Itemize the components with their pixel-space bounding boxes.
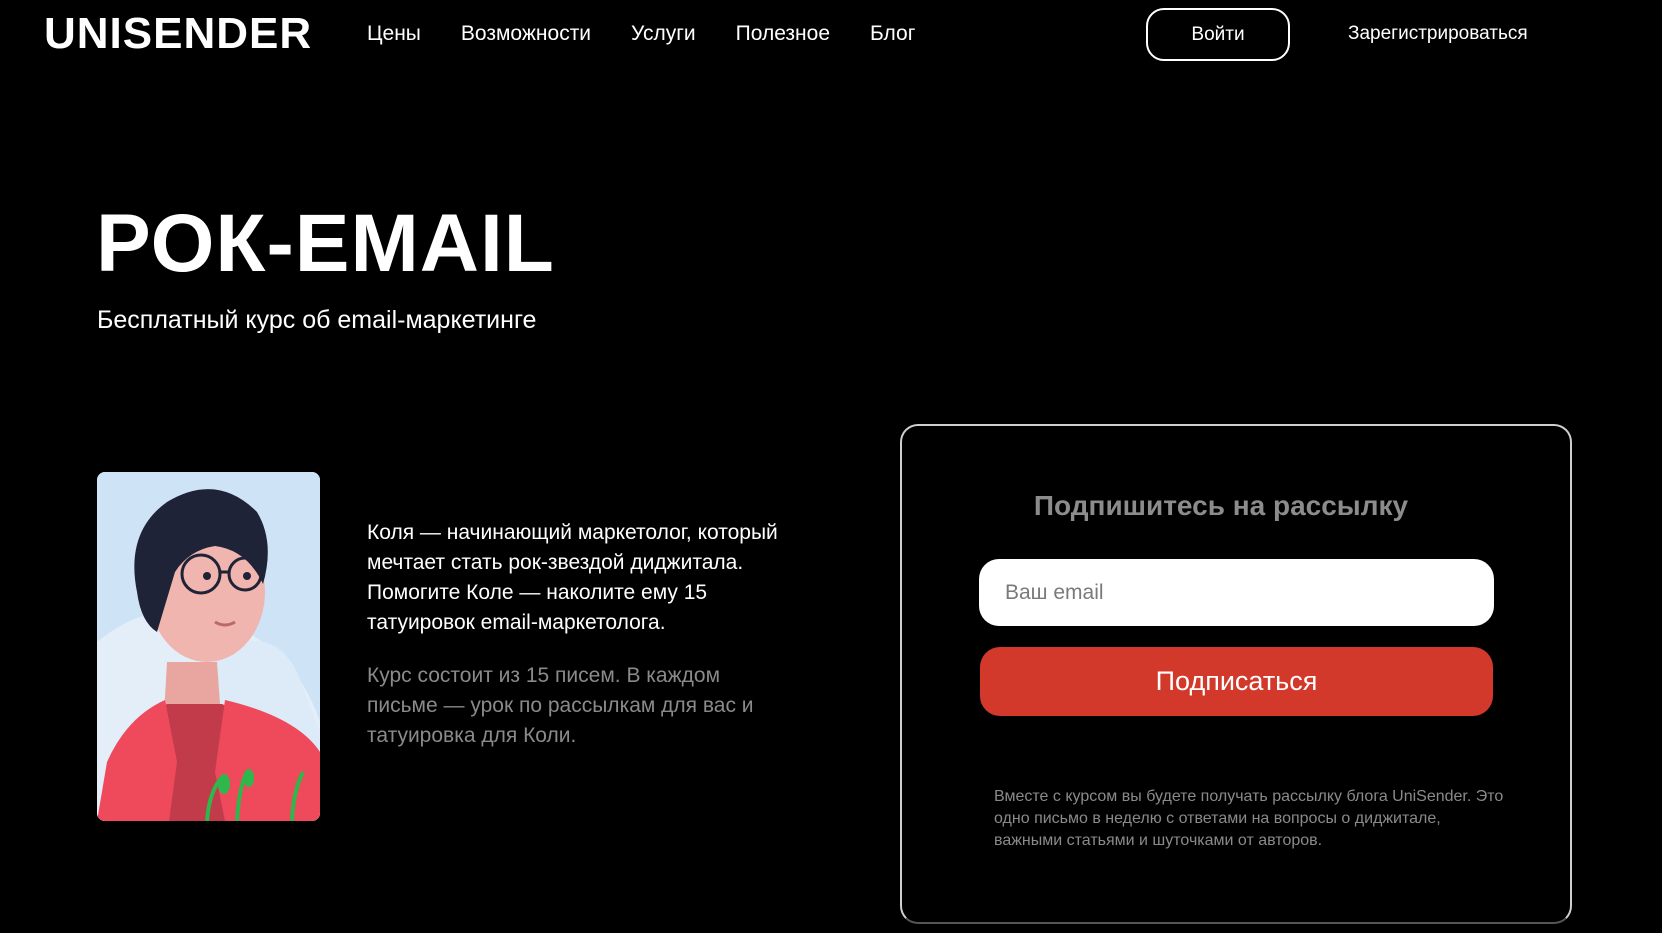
page-title: РОК-EMAIL (96, 198, 555, 289)
site-header: UNISENDER Цены Возможности Услуги Полезн… (0, 0, 1662, 70)
nav-item-useful[interactable]: Полезное (736, 18, 830, 50)
main-nav: Цены Возможности Услуги Полезное Блог (367, 18, 955, 50)
nav-item-services[interactable]: Услуги (631, 18, 696, 50)
intro-secondary-text: Курс состоит из 15 писем. В каждом письм… (367, 664, 754, 747)
kolya-illustration (97, 472, 320, 821)
nav-item-prices[interactable]: Цены (367, 18, 421, 50)
page-subtitle: Бесплатный курс об email-маркетинге (97, 306, 537, 334)
intro-main-text: Коля — начинающий маркетолог, который ме… (367, 521, 778, 634)
subscribe-note: Вместе с курсом вы будете получать рассы… (994, 788, 1504, 849)
login-button[interactable]: Войти (1146, 8, 1290, 61)
kolya-avatar-icon (97, 472, 320, 821)
subscribe-button[interactable]: Подписаться (980, 647, 1493, 716)
unisender-logo[interactable]: UNISENDER (44, 8, 312, 60)
register-link[interactable]: Зарегистрироваться (1348, 18, 1528, 50)
nav-item-features[interactable]: Возможности (461, 18, 591, 50)
subscribe-card: Подпишитесь на рассылку Подписаться Вмес… (900, 424, 1572, 924)
subscribe-title: Подпишитесь на рассылку (1033, 490, 1409, 521)
email-input[interactable] (979, 559, 1494, 626)
nav-item-blog[interactable]: Блог (870, 18, 915, 50)
